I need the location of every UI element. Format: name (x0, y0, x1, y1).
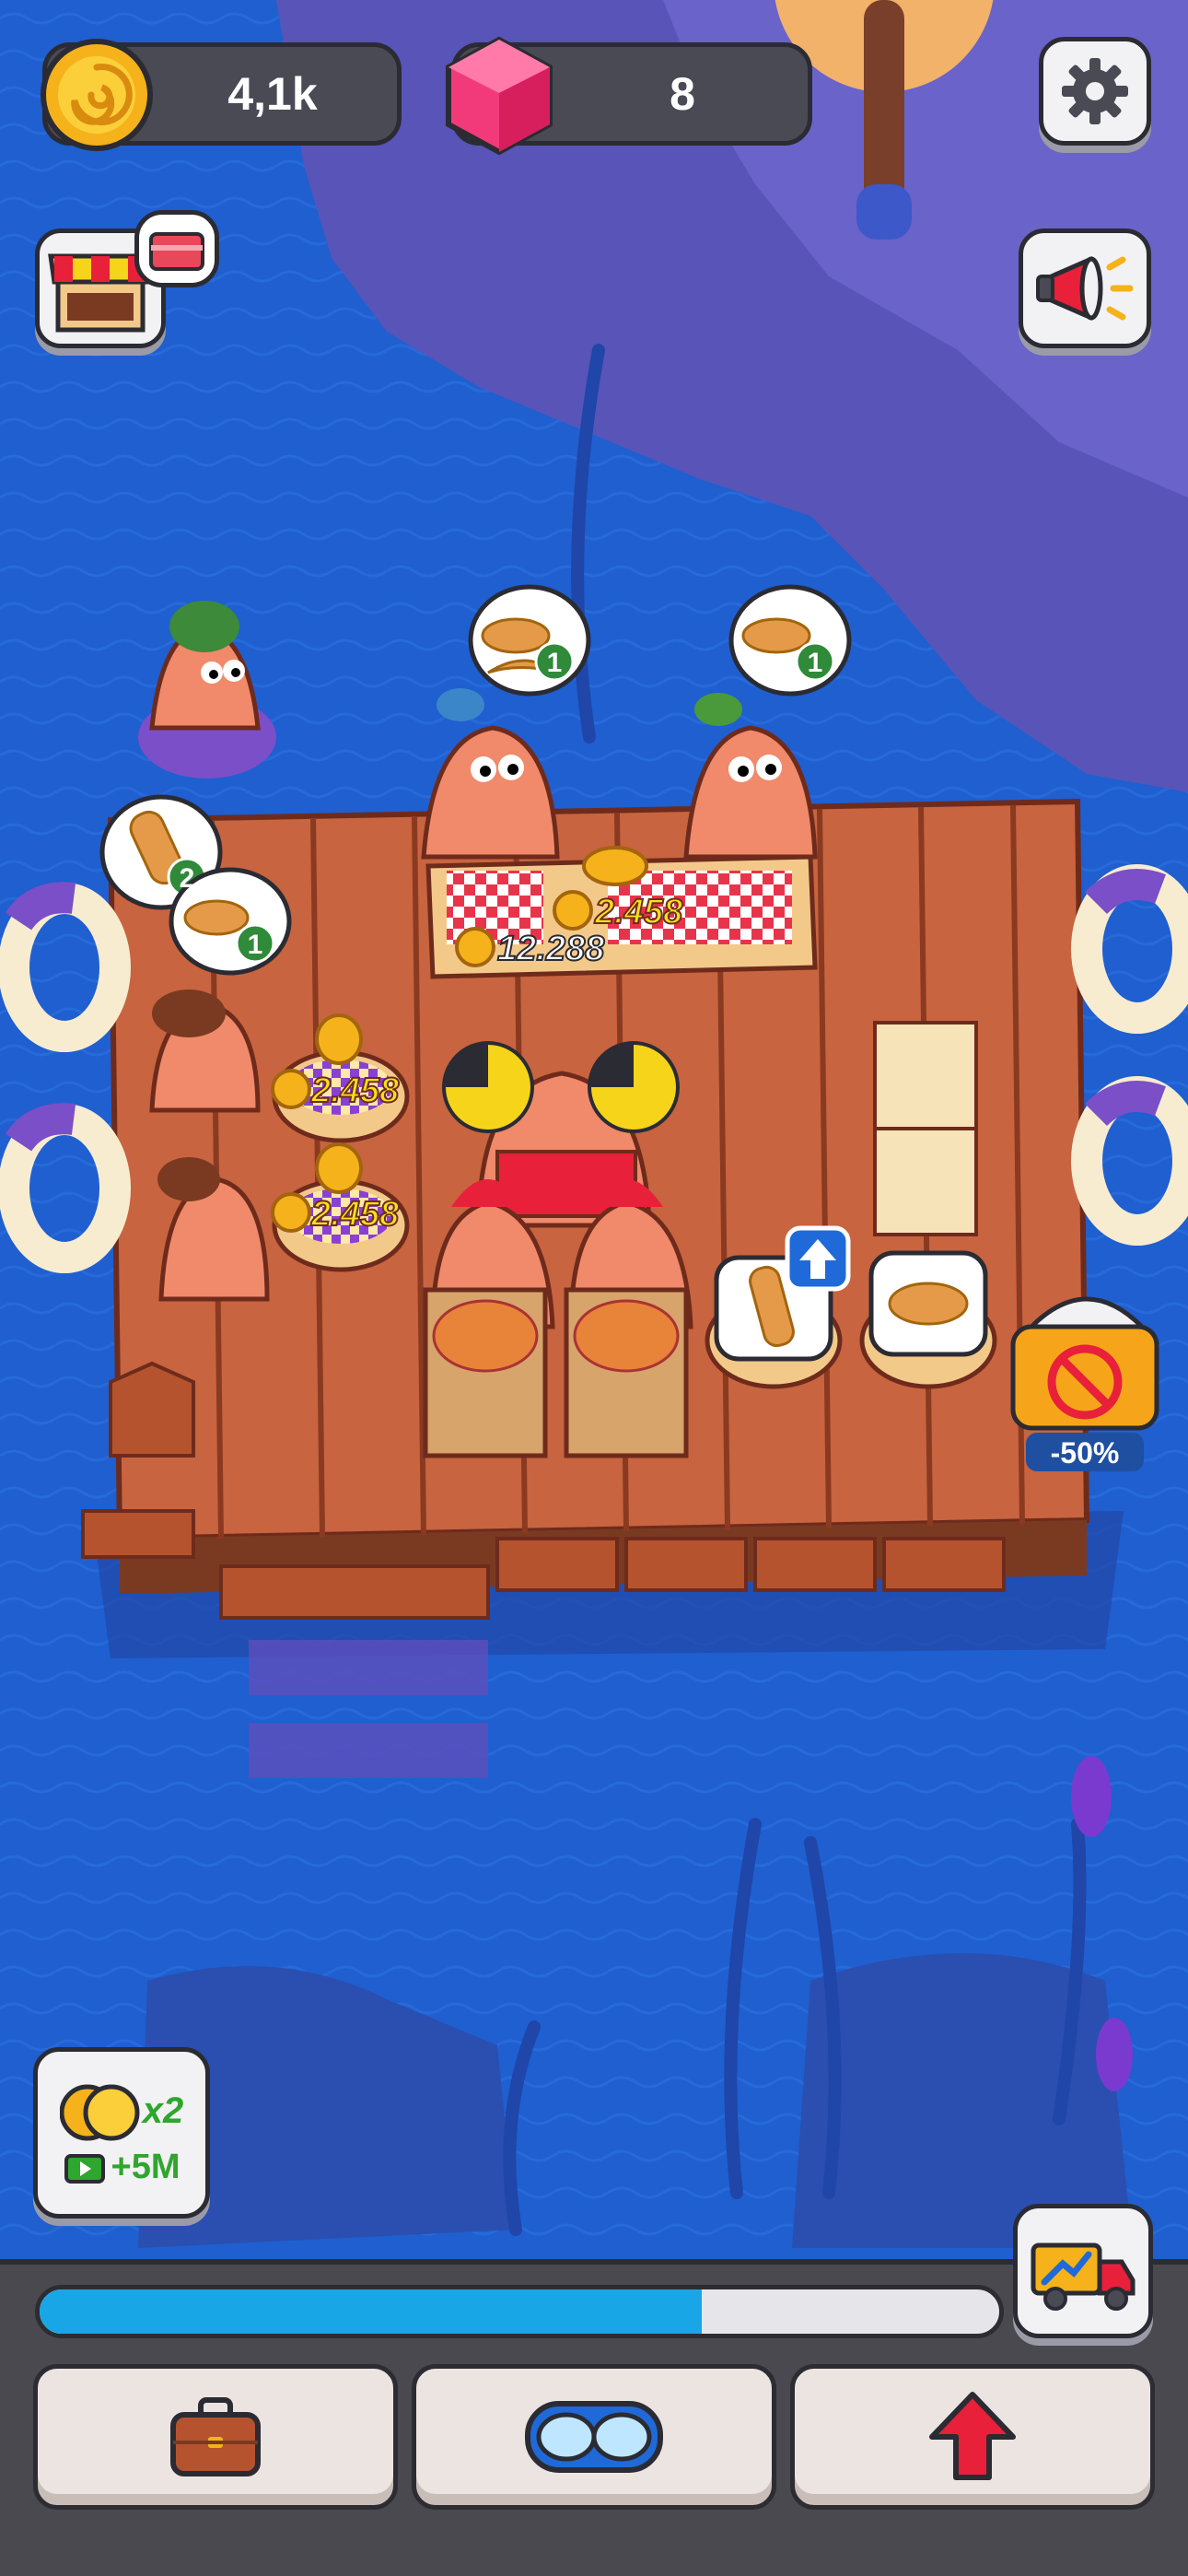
staff-button[interactable] (33, 2364, 398, 2510)
svg-text:2.458: 2.458 (594, 893, 683, 931)
gem-amount: 8 (670, 68, 695, 120)
price-table-top[interactable]: 2.458 (553, 890, 684, 932)
svg-text:12.288: 12.288 (497, 930, 605, 968)
discount-label: -50% (1051, 1436, 1120, 1469)
megaphone-button[interactable] (1019, 228, 1151, 348)
coin-amount: 4,1k (227, 68, 318, 120)
gift-box-icon (149, 232, 204, 271)
boost-reward-row: +5M (64, 2147, 181, 2187)
order-count-table-right: 1 (808, 648, 823, 678)
price-plate-2[interactable]: 2.458 (271, 1192, 401, 1235)
gem-icon (446, 36, 553, 156)
price-table-bottom[interactable]: 12.288 (455, 927, 606, 969)
explore-button[interactable] (412, 2364, 776, 2510)
diving-goggles-icon (525, 2401, 663, 2473)
coin-stack-icon (59, 2084, 140, 2140)
shop-gift-bubble[interactable] (134, 210, 219, 287)
svg-text:2.458: 2.458 (310, 1071, 400, 1110)
svg-text:2.458: 2.458 (310, 1195, 400, 1234)
double-coins-row: x2 (59, 2079, 184, 2144)
upgrade-button[interactable] (790, 2364, 1155, 2510)
level-progress-bar (35, 2285, 1004, 2338)
double-coins-ad-button[interactable]: x2 +5M (33, 2047, 210, 2219)
order-count-line-first: 2 (180, 863, 195, 894)
video-ad-icon (64, 2154, 105, 2184)
order-count-table-left: 1 (547, 648, 563, 678)
level-progress-fill (40, 2289, 702, 2334)
coin-counter[interactable]: 4,1k (41, 39, 402, 151)
gem-counter[interactable]: 8 (446, 36, 812, 156)
boost-amount: +5M (111, 2147, 181, 2186)
delivery-button[interactable] (1013, 2204, 1153, 2338)
megaphone-icon (1036, 256, 1134, 321)
no-ads-offer[interactable]: -50% (1010, 1296, 1159, 1471)
briefcase-icon (170, 2397, 261, 2476)
gear-icon (1062, 58, 1128, 124)
coin-icon (41, 39, 153, 151)
delivery-truck-icon (1031, 2242, 1136, 2311)
settings-button[interactable] (1039, 37, 1151, 146)
upgrade-arrow-icon (929, 2392, 1016, 2480)
order-count-line-second: 1 (248, 930, 263, 960)
multiplier-label: x2 (142, 2090, 184, 2131)
price-plate-1[interactable]: 2.458 (271, 1069, 401, 1111)
